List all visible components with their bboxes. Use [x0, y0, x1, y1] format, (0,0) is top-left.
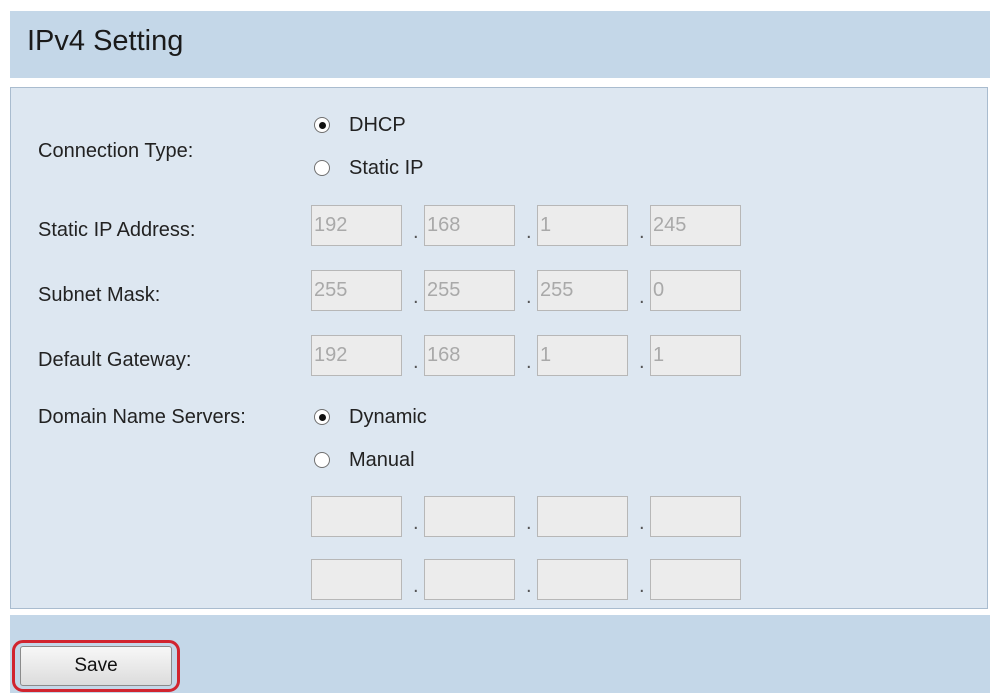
dns-dynamic-radio[interactable] [314, 409, 330, 425]
dns-server-1-octet-3[interactable] [537, 496, 628, 537]
dns-manual-option[interactable]: Manual [314, 446, 415, 474]
dhcp-radio[interactable] [314, 117, 330, 133]
dns-manual-radio[interactable] [314, 452, 330, 468]
default-gateway-separator: . [639, 351, 645, 373]
save-button[interactable]: Save [20, 646, 172, 686]
dns-server-2-octet-4[interactable] [650, 559, 741, 600]
connection-type-static-ip-option[interactable]: Static IP [314, 154, 423, 182]
subnet-mask-octet-3[interactable] [537, 270, 628, 311]
dns-server-2-separator: . [413, 575, 419, 597]
connection-type-label: Connection Type: [38, 140, 194, 162]
dns-dynamic-option[interactable]: Dynamic [314, 403, 427, 431]
subnet-mask-octet-2[interactable] [424, 270, 515, 311]
subnet-mask-label: Subnet Mask: [38, 284, 161, 306]
static-ip-address-label: Static IP Address: [38, 219, 196, 241]
dns-dynamic-radio-label: Dynamic [349, 405, 427, 428]
dns-server-2-separator: . [526, 575, 532, 597]
default-gateway-octet-2[interactable] [424, 335, 515, 376]
dns-server-1-separator: . [526, 512, 532, 534]
dns-server-2-octet-2[interactable] [424, 559, 515, 600]
static-ip-separator: . [526, 221, 532, 243]
default-gateway-separator: . [526, 351, 532, 373]
default-gateway-octet-1[interactable] [311, 335, 402, 376]
connection-type-dhcp-option[interactable]: DHCP [314, 111, 406, 139]
dns-server-2-separator: . [639, 575, 645, 597]
subnet-mask-separator: . [526, 286, 532, 308]
subnet-mask-octet-1[interactable] [311, 270, 402, 311]
domain-name-servers-label: Domain Name Servers: [38, 406, 246, 428]
static-ip-octet-4[interactable] [650, 205, 741, 246]
default-gateway-label: Default Gateway: [38, 349, 192, 371]
static-ip-separator: . [413, 221, 419, 243]
dns-server-1-octet-4[interactable] [650, 496, 741, 537]
section-header: IPv4 Setting [10, 11, 990, 78]
dns-server-2-octet-1[interactable] [311, 559, 402, 600]
dns-server-1-separator: . [639, 512, 645, 534]
default-gateway-octet-4[interactable] [650, 335, 741, 376]
dhcp-radio-label: DHCP [349, 113, 406, 136]
static-ip-octet-2[interactable] [424, 205, 515, 246]
static-ip-octet-3[interactable] [537, 205, 628, 246]
section-title: IPv4 Setting [27, 25, 184, 57]
dns-server-2-octet-3[interactable] [537, 559, 628, 600]
default-gateway-octet-3[interactable] [537, 335, 628, 376]
dns-manual-radio-label: Manual [349, 448, 415, 471]
subnet-mask-octet-4[interactable] [650, 270, 741, 311]
dns-server-1-separator: . [413, 512, 419, 534]
static-ip-radio[interactable] [314, 160, 330, 176]
dns-server-1-octet-1[interactable] [311, 496, 402, 537]
static-ip-octet-1[interactable] [311, 205, 402, 246]
dns-server-1-octet-2[interactable] [424, 496, 515, 537]
static-ip-separator: . [639, 221, 645, 243]
default-gateway-separator: . [413, 351, 419, 373]
static-ip-radio-label: Static IP [349, 156, 424, 179]
subnet-mask-separator: . [413, 286, 419, 308]
subnet-mask-separator: . [639, 286, 645, 308]
